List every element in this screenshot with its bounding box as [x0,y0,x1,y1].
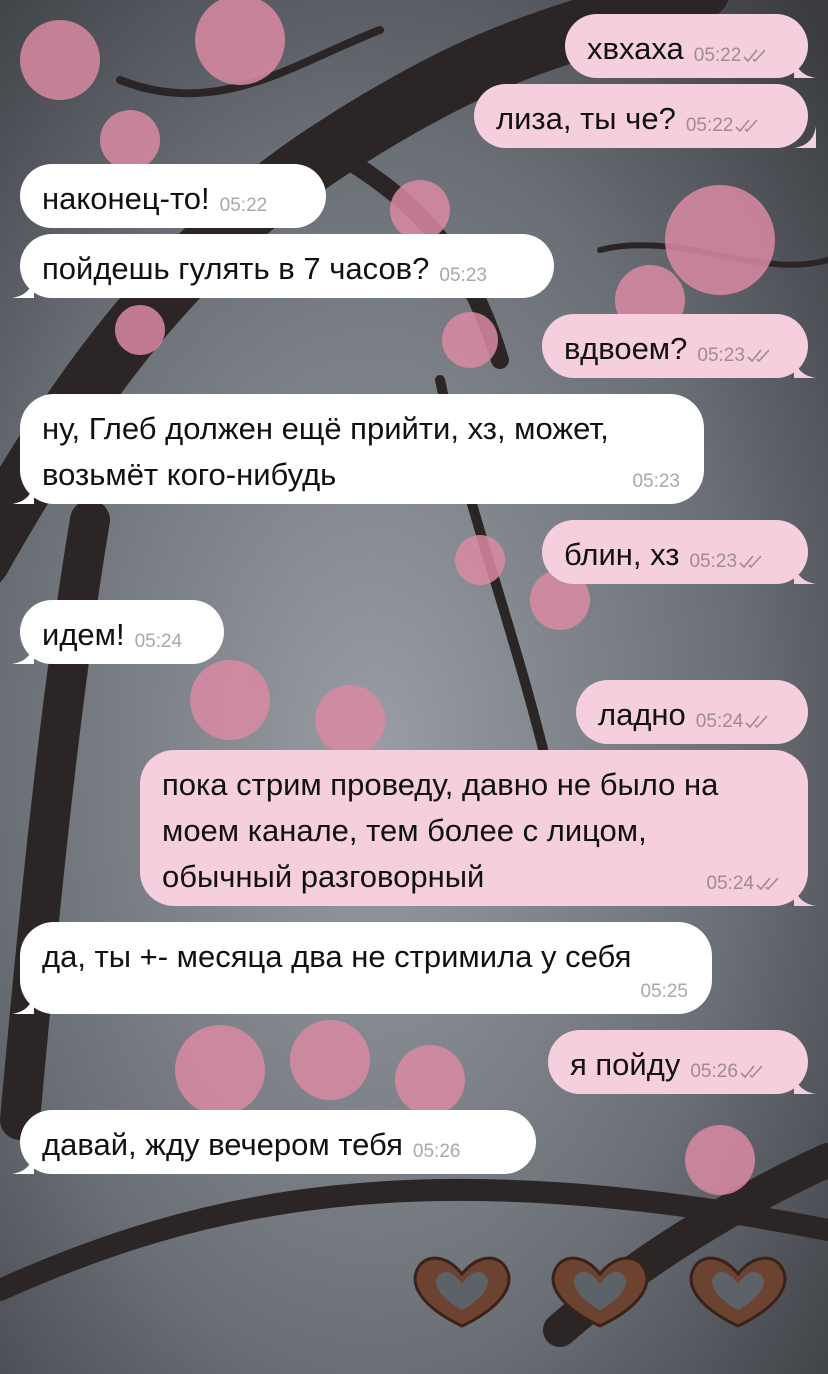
double-check-icon [756,877,779,891]
message-text: я пойду [570,1047,681,1082]
incoming-message[interactable]: да, ты +- месяца два не стримила у себя … [12,922,712,1014]
message-text: лиза, ты че? [496,101,676,136]
outgoing-message[interactable]: лиза, ты че? 05:22 [474,84,816,148]
heart-hands-icon [551,1256,649,1328]
bubble-tail [794,56,816,78]
message-time: 05:22 [693,45,742,66]
outgoing-message[interactable]: вдвоем? 05:23 [542,314,816,378]
heart-hands-icon [413,1256,511,1328]
outgoing-message[interactable]: я пойду 05:26 [548,1030,816,1094]
message-time: 05:23 [632,471,680,492]
message-text: хвхаха [587,31,684,66]
double-check-icon [747,349,770,363]
double-check-icon [743,49,766,63]
message-meta: 05:22 [220,196,268,216]
message-time: 05:23 [439,265,487,286]
message-time: 05:26 [412,1141,461,1162]
bubble-tail [794,884,816,906]
bubble-tail [794,356,816,378]
message-time: 05:24 [695,711,744,732]
incoming-message[interactable]: наконец-то! 05:22 [20,164,326,228]
message-time: 05:23 [697,345,745,366]
incoming-message[interactable]: ну, Глеб должен ещё прийти, хз, может, в… [12,394,704,504]
message-text: давай, жду вечером тебя [42,1127,403,1162]
message-meta: 05:23 [632,472,680,492]
double-check-icon [735,119,758,133]
bubble-tail [12,1152,34,1174]
message-meta: 05:26 [690,1062,768,1082]
message-time: 05:22 [685,115,734,136]
outgoing-message[interactable]: хвхаха 05:22 [565,14,816,78]
incoming-message[interactable]: давай, жду вечером тебя 05:26 [12,1110,536,1174]
outgoing-message[interactable]: ладно 05:24 [576,680,808,744]
message-text: да, ты +- месяца два не стримила у себя [42,939,632,974]
message-meta: 05:23 [689,552,767,572]
bubble-tail [794,562,816,584]
heart-hands-icon [689,1256,787,1328]
message-meta: 05:24 [135,632,183,652]
message-text: наконец-то! [42,181,210,216]
bubble-tail [794,1072,816,1094]
outgoing-message[interactable]: пока стрим проведу, давно не было на мое… [140,750,816,906]
double-check-icon [739,555,762,569]
message-time: 05:24 [706,873,754,894]
bubble-tail [12,642,34,664]
message-text: вдвоем? [564,331,688,366]
bubble-tail [794,126,816,148]
message-meta: 05:23 [439,266,487,286]
emoji-sticker-message[interactable] [404,1248,800,1334]
message-text: пока стрим проведу, давно не было на мое… [162,767,728,894]
message-text: ладно [598,697,686,732]
bubble-tail [12,482,34,504]
message-text: пойдешь гулять в 7 часов? [42,251,430,286]
message-text: идем! [42,617,125,652]
message-meta: 05:24 [706,874,784,894]
message-meta: 05:24 [696,712,774,732]
bubble-tail [12,992,34,1014]
message-time: 05:22 [219,195,268,216]
message-meta: 05:22 [686,116,764,136]
incoming-message[interactable]: идем! 05:24 [12,600,224,664]
double-check-icon [740,1065,763,1079]
message-meta: 05:22 [694,46,772,66]
message-text: ну, Глеб должен ещё прийти, хз, может, в… [42,411,618,492]
message-meta: 05:23 [697,346,775,366]
outgoing-message[interactable]: блин, хз 05:23 [542,520,816,584]
incoming-message[interactable]: пойдешь гулять в 7 часов? 05:23 [12,234,554,298]
message-meta: 05:26 [413,1142,461,1162]
message-text: блин, хз [564,537,680,572]
double-check-icon [745,715,768,729]
message-meta: 05:25 [640,982,688,1002]
message-time: 05:26 [690,1061,738,1082]
message-time: 05:23 [689,551,738,572]
message-time: 05:25 [640,981,688,1002]
bubble-tail [12,276,34,298]
message-time: 05:24 [134,631,183,652]
